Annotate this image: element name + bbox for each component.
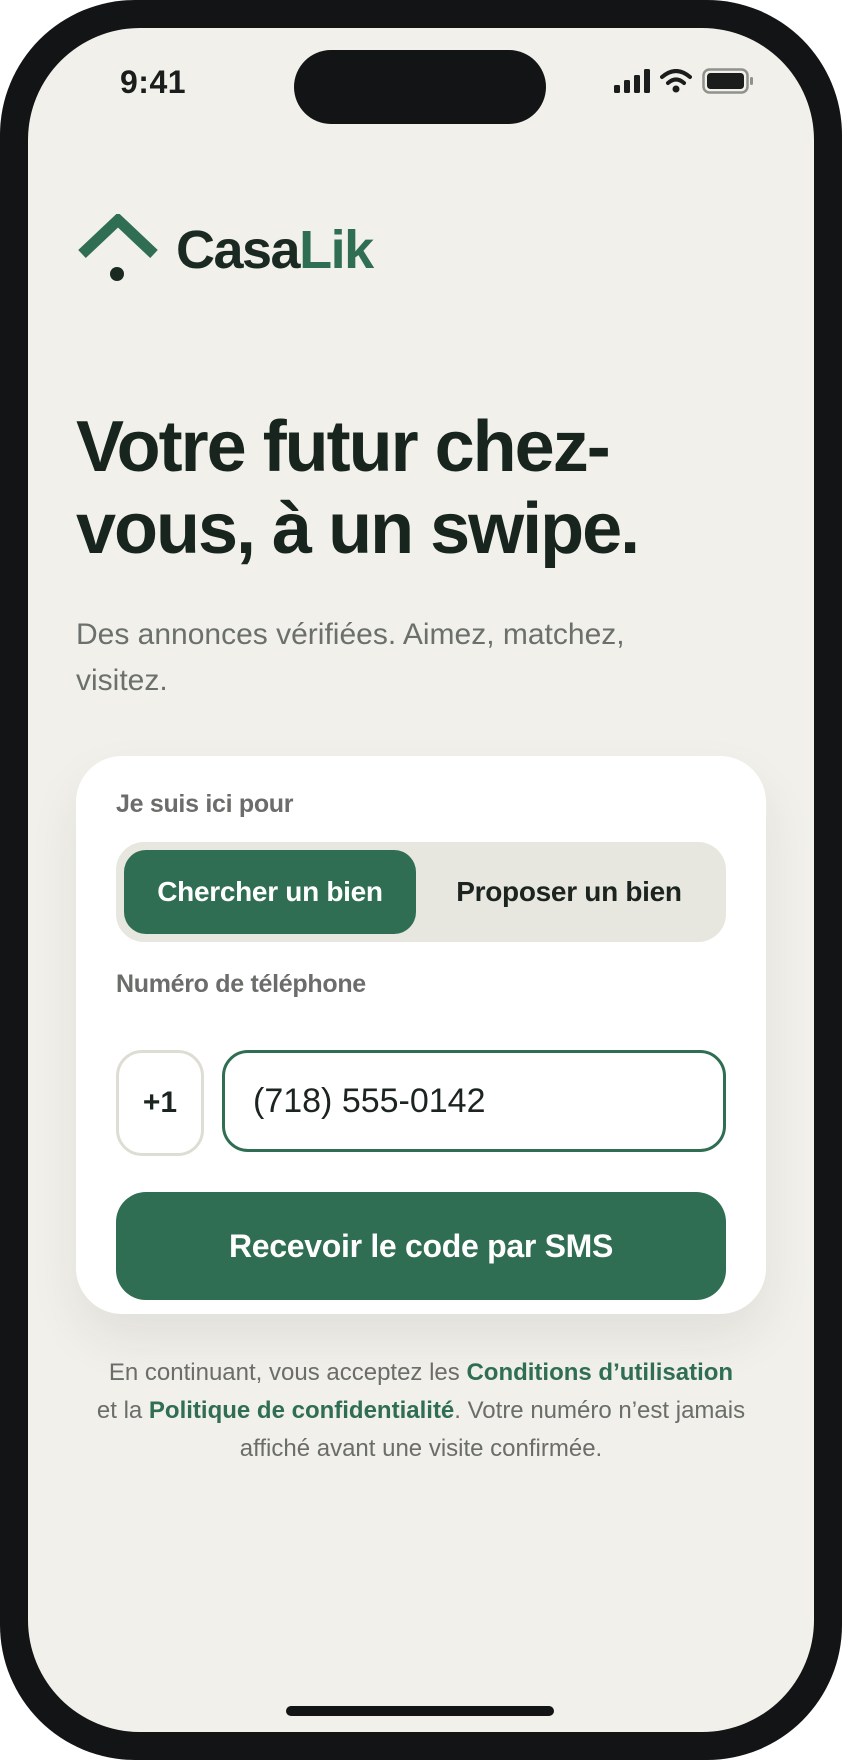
brand-logo: CasaLik [76, 214, 374, 284]
phone-frame: 9:41 CasaLik Votre futur chez-vous, à un… [0, 0, 842, 1760]
brand-name-primary: Casa [176, 220, 301, 280]
role-segmented-control: Chercher un bien Proposer un bien [116, 842, 726, 942]
privacy-link[interactable]: Politique de confidentialité [149, 1397, 454, 1424]
wifi-icon [660, 69, 692, 93]
send-sms-code-button[interactable]: Recevoir le code par SMS [116, 1192, 726, 1300]
phone-label: Numéro de téléphone [116, 970, 366, 998]
brand-name-accent: Lik [299, 220, 374, 280]
hero-headline: Votre futur chez-vous, à un swipe. [76, 407, 640, 569]
phone-number-input[interactable] [222, 1050, 726, 1152]
status-icons [614, 68, 754, 94]
brand-name: CasaLik [176, 219, 374, 281]
cellular-signal-icon [614, 69, 650, 93]
app-screen: 9:41 CasaLik Votre futur chez-vous, à un… [28, 28, 814, 1732]
legal-prefix: En continuant, vous acceptez les [108, 1359, 467, 1386]
hero-subheadline: Des annonces vérifiées. Aimez, matchez, … [76, 618, 625, 697]
house-roof-icon [78, 214, 158, 281]
home-indicator[interactable] [286, 1706, 554, 1716]
status-time: 9:41 [120, 64, 187, 100]
role-option-search[interactable]: Chercher un bien [124, 850, 416, 934]
battery-icon [702, 68, 753, 94]
terms-link[interactable]: Conditions d’utilisation [466, 1359, 733, 1386]
role-option-offer[interactable]: Proposer un bien [420, 850, 718, 934]
legal-middle: et la [96, 1397, 149, 1424]
signup-card: Je suis ici pour Chercher un bien Propos… [76, 756, 766, 1314]
dynamic-island [294, 50, 546, 124]
country-code-selector[interactable]: +1 [116, 1050, 204, 1156]
legal-notice: En continuant, vous acceptez les Conditi… [86, 1354, 756, 1468]
role-label: Je suis ici pour [116, 790, 294, 818]
